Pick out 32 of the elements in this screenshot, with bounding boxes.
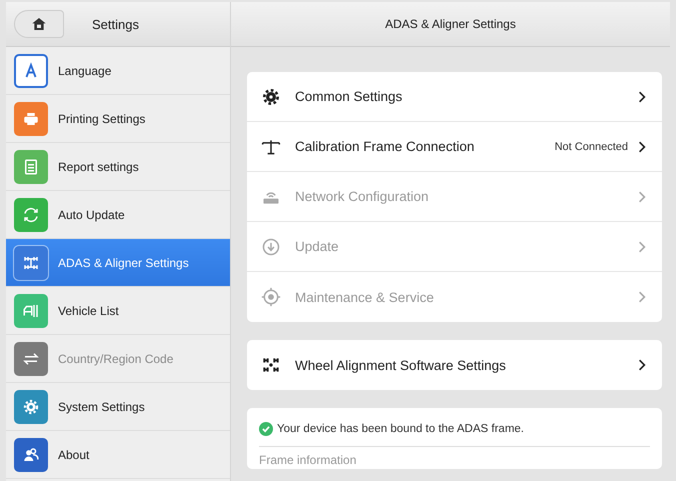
row-label: Common Settings <box>295 89 404 104</box>
row-label: Update <box>295 239 340 254</box>
settings-row[interactable]: Common Settings <box>247 72 662 122</box>
chevron-right-icon <box>638 291 646 303</box>
status-message: Your device has been bound to the ADAS frame. <box>277 423 524 435</box>
chevron-right-icon <box>638 359 646 371</box>
sidebar-item[interactable]: ADAS & Aligner Settings <box>6 239 230 287</box>
sidebar-item[interactable]: Vehicle List <box>6 287 230 335</box>
sidebar-item[interactable]: Report settings <box>6 143 230 191</box>
sidebar-item[interactable]: About <box>6 431 230 479</box>
row-label: Network Configuration <box>295 189 430 204</box>
sidebar-title: Settings <box>92 16 139 32</box>
settings-row[interactable]: Wheel Alignment Software Settings <box>247 340 662 390</box>
chevron-right-icon <box>638 90 646 102</box>
home-button[interactable] <box>14 10 64 38</box>
chevron-right-icon <box>638 190 646 202</box>
section-title: Frame information <box>259 452 358 467</box>
row-label: Maintenance & Service <box>295 290 435 304</box>
chevron-right-icon <box>638 140 646 152</box>
row-label: Calibration Frame Connection <box>295 139 476 154</box>
settings-icon <box>261 86 281 106</box>
sidebar-item[interactable]: System Settings <box>6 383 230 431</box>
sidebar-item[interactable]: Language <box>6 47 230 95</box>
chevron-right-icon <box>638 240 646 252</box>
row-label: Wheel Alignment Software Settings <box>295 358 507 372</box>
settings-row[interactable]: Calibration Frame Connection Not Connected <box>247 122 662 172</box>
page-title: ADAS & Aligner Settings <box>231 2 670 47</box>
home-icon <box>31 16 47 32</box>
sidebar-item[interactable]: Printing Settings <box>6 95 230 143</box>
target-icon <box>261 287 281 307</box>
connection-status: Not Connected <box>554 140 628 152</box>
download-icon <box>261 236 281 256</box>
